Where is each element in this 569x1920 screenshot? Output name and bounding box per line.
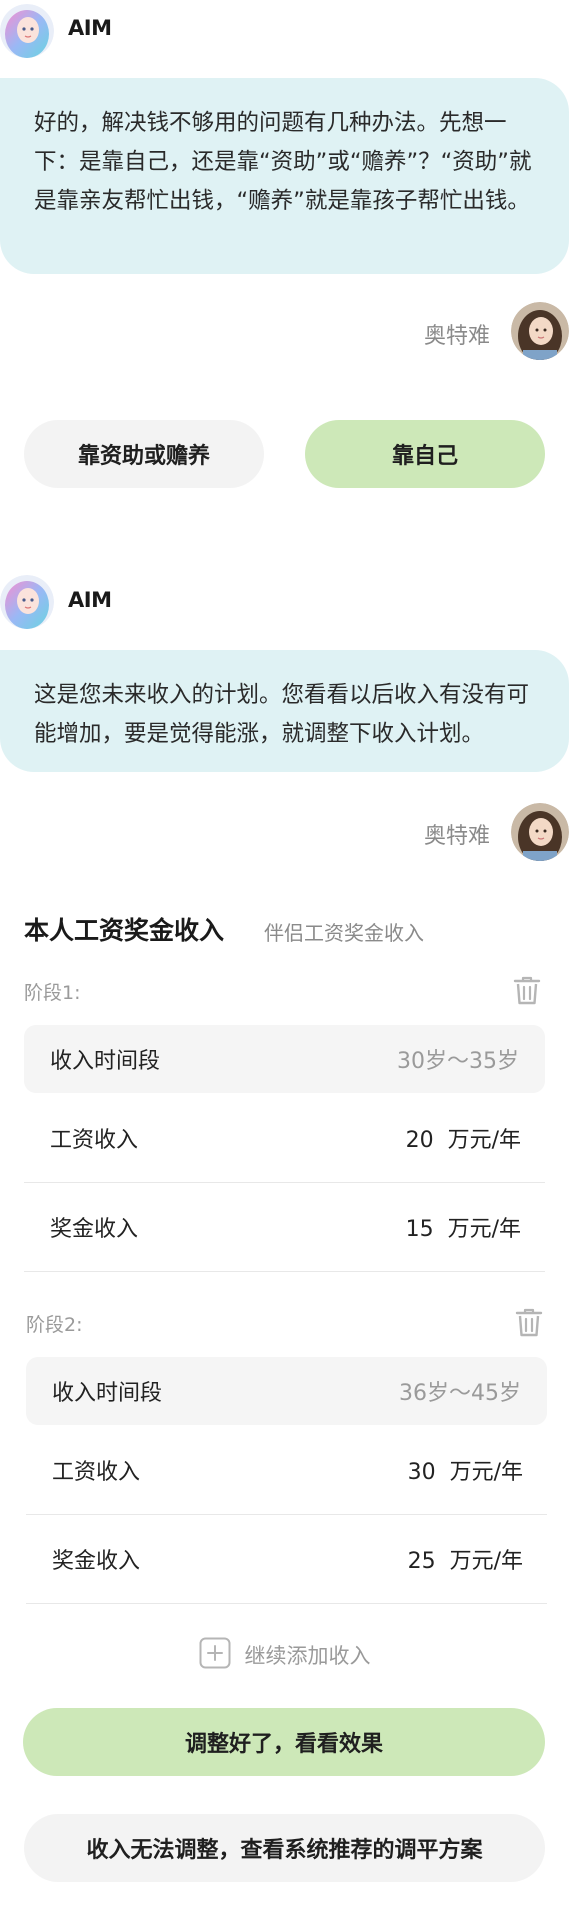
user-avatar bbox=[511, 803, 569, 861]
bonus-row[interactable]: 奖金收入 25 万元/年 bbox=[26, 1515, 547, 1604]
user-avatar bbox=[511, 302, 569, 360]
stage-label: 阶段2: bbox=[26, 1314, 83, 1336]
ai-message-bubble: 这是您未来收入的计划。您看看以后收入有没有可能增加，要是觉得能涨，就调整下收入计… bbox=[0, 650, 569, 772]
income-period-row[interactable]: 收入时间段 36岁～45岁 bbox=[26, 1357, 547, 1425]
period-label: 收入时间段 bbox=[52, 1381, 163, 1406]
plus-icon bbox=[199, 1637, 231, 1673]
ai-avatar bbox=[0, 575, 54, 629]
trash-icon[interactable] bbox=[512, 974, 542, 1010]
ai-name: AIM bbox=[68, 588, 112, 612]
ai-name: AIM bbox=[68, 16, 112, 40]
ai-message-bubble: 好的，解决钱不够用的问题有几种办法。先想一下：是靠自己，还是靠“资助”或“赡养”… bbox=[0, 78, 569, 274]
stage-label: 阶段1: bbox=[24, 982, 81, 1004]
bonus-row[interactable]: 奖金收入 15 万元/年 bbox=[24, 1183, 545, 1272]
bonus-value: 15 bbox=[405, 1217, 434, 1242]
bonus-label: 奖金收入 bbox=[52, 1549, 141, 1574]
support-option-button[interactable]: 靠资助或赡养 bbox=[24, 420, 264, 488]
salary-label: 工资收入 bbox=[52, 1460, 141, 1485]
unit-label: 万元/年 bbox=[447, 1128, 521, 1153]
period-value: 36岁～45岁 bbox=[399, 1381, 521, 1406]
salary-row[interactable]: 工资收入 30 万元/年 bbox=[26, 1426, 547, 1515]
period-value: 30岁～35岁 bbox=[397, 1049, 519, 1074]
self-option-button[interactable]: 靠自己 bbox=[305, 420, 545, 488]
unit-label: 万元/年 bbox=[449, 1549, 523, 1574]
ai-message-text: 好的，解决钱不够用的问题有几种办法。先想一下：是靠自己，还是靠“资助”或“赡养”… bbox=[34, 110, 532, 214]
add-income-button[interactable]: 继续添加收入 bbox=[0, 1637, 569, 1673]
salary-row[interactable]: 工资收入 20 万元/年 bbox=[24, 1094, 545, 1183]
tab-partner-income[interactable]: 伴侣工资奖金收入 bbox=[264, 917, 424, 946]
ai-avatar bbox=[0, 4, 54, 58]
tab-self-income[interactable]: 本人工资奖金收入 bbox=[24, 911, 224, 947]
unit-label: 万元/年 bbox=[447, 1217, 521, 1242]
trash-icon[interactable] bbox=[514, 1306, 544, 1342]
bonus-value: 25 bbox=[407, 1549, 436, 1574]
period-label: 收入时间段 bbox=[50, 1049, 161, 1074]
salary-label: 工资收入 bbox=[50, 1128, 139, 1153]
salary-value: 20 bbox=[405, 1128, 434, 1153]
unit-label: 万元/年 bbox=[449, 1460, 523, 1485]
user-name: 奥特难 bbox=[424, 324, 491, 349]
confirm-adjustment-button[interactable]: 调整好了，看看效果 bbox=[23, 1708, 545, 1776]
salary-value: 30 bbox=[407, 1460, 436, 1485]
ai-message-text: 这是您未来收入的计划。您看看以后收入有没有可能增加，要是觉得能涨，就调整下收入计… bbox=[34, 682, 530, 747]
user-name: 奥特难 bbox=[424, 824, 491, 849]
view-recommendation-button[interactable]: 收入无法调整，查看系统推荐的调平方案 bbox=[24, 1814, 545, 1882]
add-income-label: 继续添加收入 bbox=[244, 1644, 371, 1668]
income-period-row[interactable]: 收入时间段 30岁～35岁 bbox=[24, 1025, 545, 1093]
bonus-label: 奖金收入 bbox=[50, 1217, 139, 1242]
